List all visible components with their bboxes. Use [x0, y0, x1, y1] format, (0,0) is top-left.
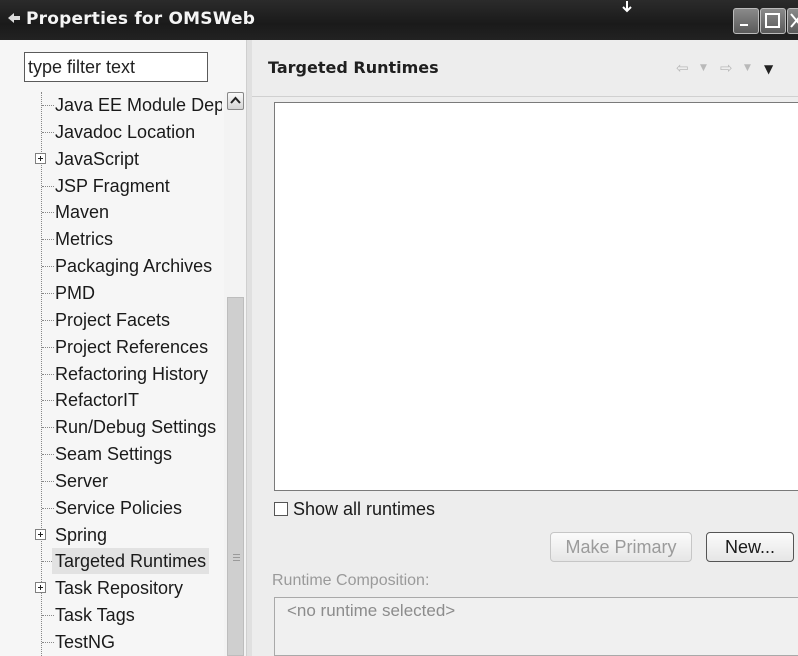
minimize-icon: [740, 24, 748, 26]
tree-item[interactable]: Task Tags: [0, 602, 222, 628]
window-menu-icon[interactable]: [6, 10, 22, 26]
page-header: Targeted Runtimes ⇦ ▼ ⇨ ▼ ▼: [252, 40, 798, 97]
tree-item[interactable]: Javadoc Location: [0, 119, 222, 145]
tree-item-label[interactable]: Project References: [55, 334, 208, 360]
tree-item-label[interactable]: Metrics: [55, 226, 113, 252]
tree-item-label[interactable]: RefactorIT: [55, 387, 139, 413]
tree-item-label[interactable]: Task Tags: [55, 602, 135, 628]
runtime-composition-value: <no runtime selected>: [287, 601, 456, 620]
close-button[interactable]: [787, 8, 798, 34]
tree-connector: [42, 480, 54, 482]
tree-connector: [42, 373, 54, 375]
scroll-up-button[interactable]: [227, 92, 244, 110]
property-page: Targeted Runtimes ⇦ ▼ ⇨ ▼ ▼ Show all run…: [252, 40, 798, 656]
runtime-composition-box: <no runtime selected>: [274, 597, 798, 656]
tree-item-label[interactable]: Task Repository: [55, 575, 183, 601]
tree-item[interactable]: JavaScript: [0, 146, 222, 172]
back-dropdown-icon[interactable]: ▼: [700, 63, 707, 81]
chevron-up-icon: [230, 96, 241, 104]
tree-item[interactable]: Spring: [0, 522, 222, 548]
tree-item[interactable]: Seam Settings: [0, 441, 222, 467]
tree-item[interactable]: Metrics: [0, 226, 222, 252]
tree-item[interactable]: Packaging Archives: [0, 253, 222, 279]
page-title: Targeted Runtimes: [268, 58, 439, 77]
tree-connector: [42, 212, 54, 214]
new-runtime-button[interactable]: New...: [706, 532, 794, 562]
tree-item-label[interactable]: Run/Debug Settings: [55, 414, 216, 440]
tree-item[interactable]: Maven: [0, 199, 222, 225]
close-icon: [790, 13, 798, 28]
tree-connector: [42, 266, 54, 268]
tree-item[interactable]: TestNG: [0, 629, 222, 655]
tree-connector: [42, 185, 54, 187]
tree-item-label[interactable]: Refactoring History: [55, 361, 208, 387]
tree-item-label[interactable]: TestNG: [55, 629, 115, 655]
tree-item[interactable]: JSP Fragment: [0, 173, 222, 199]
tree-connector: [42, 642, 54, 643]
tree-item[interactable]: Run/Debug Settings: [0, 414, 222, 440]
scroll-thumb[interactable]: [227, 297, 244, 656]
tree-connector: [42, 105, 54, 106]
show-all-label[interactable]: Show all runtimes: [293, 499, 435, 520]
runtime-list[interactable]: [274, 102, 798, 491]
tree-item[interactable]: Targeted Runtimes: [0, 548, 222, 575]
title-bar: Properties for OMSWeb: [0, 0, 798, 40]
scroll-grip: [233, 554, 240, 555]
tree-item[interactable]: RefactorIT: [0, 387, 222, 413]
forward-dropdown-icon[interactable]: ▼: [744, 63, 751, 81]
tree-item-label[interactable]: Seam Settings: [55, 441, 172, 467]
tree-connector: [42, 507, 54, 509]
tree-connector: [42, 292, 54, 294]
tree-item-label[interactable]: Spring: [55, 522, 107, 548]
tree-item[interactable]: Project Facets: [0, 307, 222, 333]
show-all-checkbox[interactable]: [274, 502, 288, 516]
expand-icon[interactable]: [35, 528, 46, 540]
runtime-composition-label: Runtime Composition:: [272, 572, 430, 589]
tree-connector: [42, 615, 54, 617]
tree-connector: [42, 427, 54, 429]
tree-scrollbar[interactable]: [224, 92, 246, 656]
tree-item-label[interactable]: JavaScript: [55, 146, 139, 172]
tree-item-label[interactable]: Javadoc Location: [55, 119, 195, 145]
tree-item-label[interactable]: Maven: [55, 199, 109, 225]
tree-connector: [42, 454, 54, 456]
tree-item-label[interactable]: Service Policies: [55, 495, 182, 521]
mouse-cursor-icon: [622, 1, 632, 13]
tree-item[interactable]: Task Repository: [0, 575, 222, 601]
tree-connector: [42, 131, 54, 133]
tree-item[interactable]: PMD: [0, 280, 222, 306]
tree-item-label[interactable]: Java EE Module Dep: [55, 92, 222, 118]
tree-item[interactable]: Server: [0, 468, 222, 494]
tree-item-label[interactable]: JSP Fragment: [55, 173, 170, 199]
window-title: Properties for OMSWeb: [26, 9, 256, 29]
expand-icon[interactable]: [35, 582, 46, 594]
navigation-panel: Java EE Module DepJavadoc LocationJavaSc…: [0, 40, 246, 656]
property-tree: Java EE Module Dep Javadoc Location JavaSc…: [0, 92, 222, 656]
filter-input[interactable]: [24, 52, 208, 82]
maximize-button[interactable]: [760, 8, 786, 34]
tree-connector: [42, 239, 54, 241]
tree-item-label[interactable]: PMD: [55, 280, 95, 306]
tree-item[interactable]: Project References: [0, 334, 222, 360]
view-menu-icon[interactable]: ▼: [764, 62, 773, 80]
tree-item-label[interactable]: Targeted Runtimes: [52, 548, 210, 575]
minimize-button[interactable]: [733, 8, 759, 34]
tree-item[interactable]: Service Policies: [0, 495, 222, 521]
forward-arrow-icon[interactable]: ⇨: [720, 59, 733, 77]
tree-connector: [42, 346, 54, 348]
tree-item[interactable]: Java EE Module Dep: [0, 92, 222, 118]
tree-item-label[interactable]: Packaging Archives: [55, 253, 212, 279]
expand-icon[interactable]: [35, 152, 46, 164]
tree-connector: [42, 319, 54, 321]
make-primary-button[interactable]: Make Primary: [550, 532, 692, 562]
tree-item-label[interactable]: Server: [55, 468, 108, 494]
tree-item-label[interactable]: Project Facets: [55, 307, 170, 333]
back-arrow-icon[interactable]: ⇦: [676, 59, 689, 77]
maximize-icon: [765, 13, 780, 28]
tree-item[interactable]: Refactoring History: [0, 361, 222, 387]
tree-connector: [42, 400, 54, 402]
